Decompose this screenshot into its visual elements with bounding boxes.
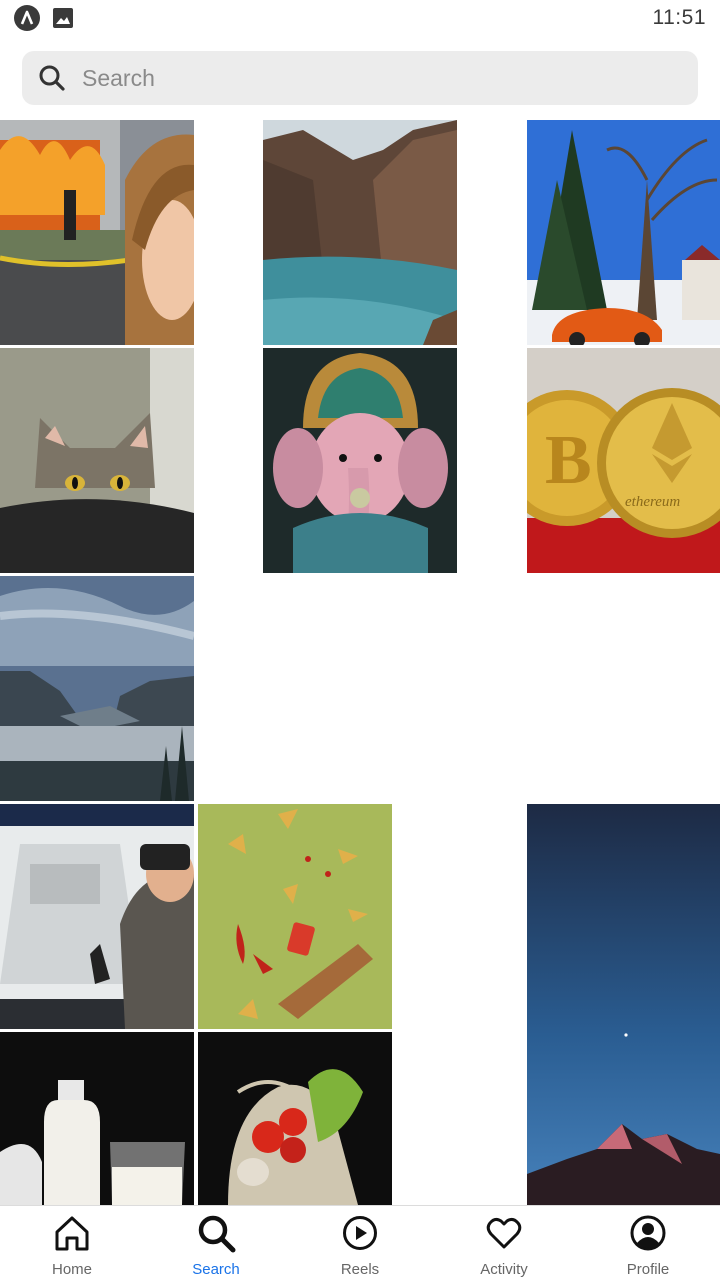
reels-icon (343, 1216, 377, 1250)
photo-cat-peeking[interactable] (0, 348, 194, 573)
photo-mountain-lake[interactable] (263, 120, 457, 345)
photo-night-mountain[interactable] (527, 804, 720, 1205)
photo-orange-beetle[interactable] (527, 120, 720, 345)
coin-caption: ethereum (625, 494, 680, 510)
photo-vr-headset[interactable] (0, 804, 194, 1029)
search-bar[interactable] (22, 51, 698, 105)
photo-misty-valley[interactable] (0, 576, 194, 801)
profile-icon (630, 1215, 666, 1251)
nav-search[interactable]: Search (144, 1206, 288, 1280)
nav-profile-label: Profile (626, 1261, 670, 1278)
explore-grid: B ethereum (0, 120, 720, 1205)
nav-activity[interactable]: Activity (432, 1206, 576, 1280)
nav-reels[interactable]: Reels (288, 1206, 432, 1280)
image-notification-icon (52, 7, 74, 29)
photo-house-fire-girl[interactable] (0, 120, 194, 345)
bottom-nav: Home Search Reels Activity Profile (0, 1205, 720, 1280)
photo-ganesha-idol[interactable] (263, 348, 457, 573)
nav-profile[interactable]: Profile (576, 1206, 720, 1280)
svg-text:B: B (545, 422, 592, 499)
status-bar: 11:51 (0, 0, 720, 36)
home-icon (55, 1216, 89, 1251)
search-icon (198, 1215, 236, 1253)
heart-icon (486, 1217, 522, 1249)
photo-milk-bottle[interactable] (0, 1032, 194, 1205)
photo-flying-food[interactable] (198, 804, 392, 1029)
nav-search-label: Search (192, 1261, 240, 1278)
search-icon (39, 65, 65, 91)
nav-home-label: Home (51, 1261, 92, 1278)
search-input[interactable] (82, 51, 682, 105)
status-time: 11:51 (652, 6, 706, 29)
nav-home[interactable]: Home (0, 1206, 144, 1280)
nav-reels-label: Reels (340, 1261, 380, 1278)
nav-activity-label: Activity (480, 1261, 528, 1278)
app-logo-icon (14, 5, 40, 31)
photo-crypto-coins[interactable]: B ethereum (527, 348, 720, 573)
photo-vegetable-bag[interactable] (198, 1032, 392, 1205)
